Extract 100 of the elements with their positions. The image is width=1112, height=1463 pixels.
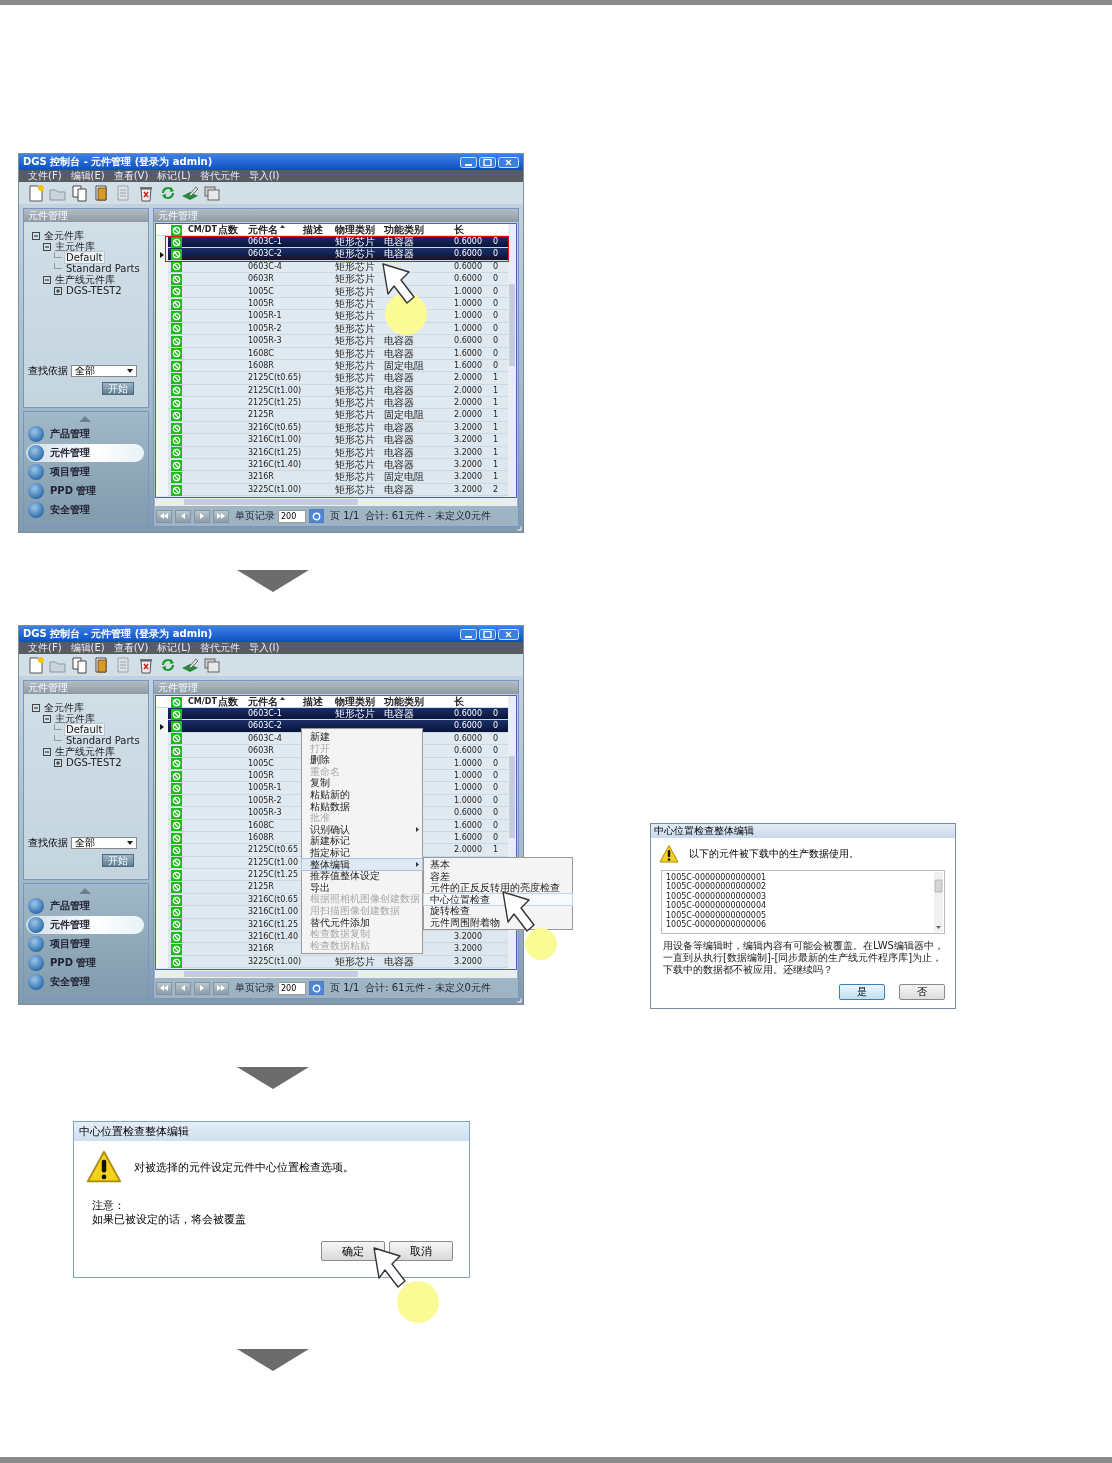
list-item[interactable]: 1005C-00000000000004 xyxy=(666,901,767,911)
minimize-button[interactable] xyxy=(460,628,477,640)
menu-item[interactable]: 替代元件 xyxy=(199,170,240,182)
scrollbar[interactable] xyxy=(934,872,943,932)
menu-item[interactable]: 标记(L) xyxy=(157,642,191,654)
table-row[interactable]: 2125C(t1.25) 矩形芯片 电容器 2.0000 1 xyxy=(156,397,508,410)
page-size-field[interactable]: 200 xyxy=(278,509,306,523)
stack-icon[interactable] xyxy=(203,184,221,202)
table-row[interactable]: 3216C(t1.25) 矩形芯片 电容器 3.2000 1 xyxy=(156,446,508,460)
table-row[interactable]: 3216R 矩形芯片 固定电阻 3.2000 1 xyxy=(156,471,508,484)
table-row[interactable]: 3225C(t1.00) 矩形芯片 电容器 3.2000 2 xyxy=(156,483,508,497)
column-header[interactable]: 功能类别 xyxy=(384,224,424,237)
last-page-button[interactable] xyxy=(213,509,229,523)
tree-item[interactable]: 全元件库 xyxy=(43,702,85,713)
column-header[interactable]: 描述 xyxy=(303,224,323,237)
page-size-field[interactable]: 200 xyxy=(278,981,306,995)
pen-icon[interactable] xyxy=(181,656,199,674)
tree-item[interactable]: Standard Parts xyxy=(65,263,141,274)
collapse-arrow-icon[interactable] xyxy=(79,888,91,894)
tree-item[interactable]: DGS-TEST2 xyxy=(65,285,123,296)
table-row[interactable]: 2125C(t0.65) 矩形芯片 电容器 2.0000 1 xyxy=(156,372,508,385)
recycle-bin-icon[interactable] xyxy=(137,656,155,674)
next-page-button[interactable] xyxy=(194,981,210,995)
table-row[interactable]: 3216C(t0.65) 矩形芯片 电容器 3.2000 1 xyxy=(156,421,508,435)
tree-item[interactable]: 全元件库 xyxy=(43,230,85,241)
column-header[interactable]: 长 xyxy=(454,224,464,237)
collapse-icon[interactable] xyxy=(43,747,51,756)
menu-item[interactable]: 查看(V) xyxy=(113,170,149,182)
refresh-icon[interactable] xyxy=(159,184,177,202)
menu-item[interactable]: 粘贴新的 xyxy=(302,788,422,801)
stack-icon[interactable] xyxy=(203,656,221,674)
table-row[interactable]: 1608C 矩形芯片 电容器 1.6000 0 xyxy=(156,347,508,360)
nav-item[interactable]: 安全管理 xyxy=(26,973,144,991)
dropdown-arrow-icon[interactable] xyxy=(127,369,133,373)
search-select[interactable]: 全部 xyxy=(71,837,137,849)
menu-item[interactable]: 编辑(E) xyxy=(70,642,105,654)
start-button[interactable]: 开始 xyxy=(102,382,134,395)
menu-item[interactable]: 元件的正反反转用的亮度检查 xyxy=(424,882,572,894)
refresh-icon[interactable] xyxy=(159,656,177,674)
nav-item[interactable]: 项目管理 xyxy=(26,935,144,953)
column-header[interactable]: 元件名 xyxy=(248,224,278,237)
column-header[interactable]: 物理类别 xyxy=(335,696,375,709)
table-row[interactable]: 2125C(t1.00) 矩形芯片 电容器 2.0000 1 xyxy=(156,384,508,398)
scrollbar[interactable] xyxy=(508,224,516,497)
resize-grip-icon[interactable] xyxy=(516,525,522,531)
collapse-icon[interactable] xyxy=(43,242,51,251)
collapse-icon[interactable] xyxy=(43,275,51,284)
maximize-button[interactable] xyxy=(479,628,496,640)
tree-item[interactable]: Default xyxy=(65,252,104,263)
nav-item[interactable]: 产品管理 xyxy=(26,425,144,443)
column-header[interactable]: 点数 xyxy=(218,696,238,709)
table-row[interactable]: 3225C(t1.00) 矩形芯片 电容器 3.2000 xyxy=(156,955,508,969)
expand-icon[interactable] xyxy=(54,286,62,295)
collapse-icon[interactable] xyxy=(32,703,40,712)
column-header[interactable]: CM/DT xyxy=(188,224,217,237)
menu-item[interactable]: 查看(V) xyxy=(113,642,149,654)
close-button[interactable] xyxy=(498,156,519,168)
expand-icon[interactable] xyxy=(54,758,62,767)
menu-item[interactable]: 导入(I) xyxy=(248,170,280,182)
column-header[interactable]: 物理类别 xyxy=(335,224,375,237)
refresh-button[interactable] xyxy=(309,509,324,523)
nav-item[interactable]: 元件管理 xyxy=(26,916,144,934)
next-page-button[interactable] xyxy=(194,509,210,523)
menu-item[interactable]: 新建 xyxy=(302,731,422,743)
close-button[interactable] xyxy=(498,628,519,640)
new-document-icon[interactable] xyxy=(27,656,45,674)
nav-item[interactable]: 产品管理 xyxy=(26,897,144,915)
menu-item[interactable]: 粘贴数据 xyxy=(302,800,422,813)
nav-item[interactable]: PPD 管理 xyxy=(26,954,144,972)
tree-item[interactable]: 主元件库 xyxy=(54,713,96,724)
copy-icon[interactable] xyxy=(71,184,89,202)
menu-item[interactable]: 编辑(E) xyxy=(70,170,105,182)
pen-icon[interactable] xyxy=(181,184,199,202)
new-document-icon[interactable] xyxy=(27,184,45,202)
list-item[interactable]: 1005C-00000000000005 xyxy=(666,910,767,921)
menu-item[interactable]: 整体编辑 xyxy=(302,858,422,871)
menu-item[interactable]: 替代元件 xyxy=(199,642,240,654)
table-row[interactable]: 1608R 矩形芯片 固定电阻 1.6000 0 xyxy=(156,359,508,373)
tree-item[interactable]: Standard Parts xyxy=(65,735,141,746)
previous-page-button[interactable] xyxy=(175,509,191,523)
column-header[interactable]: 长 xyxy=(454,696,464,709)
scrollbar[interactable] xyxy=(155,498,517,506)
column-header[interactable]: 描述 xyxy=(303,696,323,709)
recycle-bin-icon[interactable] xyxy=(137,184,155,202)
start-button[interactable]: 开始 xyxy=(102,854,134,867)
tree-item[interactable]: 主元件库 xyxy=(54,241,96,252)
column-header[interactable]: 点数 xyxy=(218,224,238,237)
table-row[interactable]: 3216C(t1.00) 矩形芯片 电容器 3.2000 1 xyxy=(156,434,508,447)
maximize-button[interactable] xyxy=(479,156,496,168)
menu-item[interactable]: 文件(F) xyxy=(28,170,62,182)
dialog-button[interactable]: 确定 xyxy=(321,1241,385,1261)
first-page-button[interactable] xyxy=(156,509,172,523)
menu-item[interactable]: 推荐值整体设定 xyxy=(302,870,422,882)
tree-item[interactable]: DGS-TEST2 xyxy=(65,757,123,768)
column-header[interactable]: 元件名 xyxy=(248,696,278,709)
table-row[interactable]: 0603C-1 矩形芯片 电容器 0.6000 0 xyxy=(156,708,508,721)
dialog-button[interactable]: 取消 xyxy=(389,1241,453,1261)
menu-item[interactable]: 复制 xyxy=(302,777,422,789)
list-item[interactable]: 1005C-00000000000003 xyxy=(666,891,767,902)
list-item[interactable]: 1005C-00000000000002 xyxy=(666,882,767,892)
